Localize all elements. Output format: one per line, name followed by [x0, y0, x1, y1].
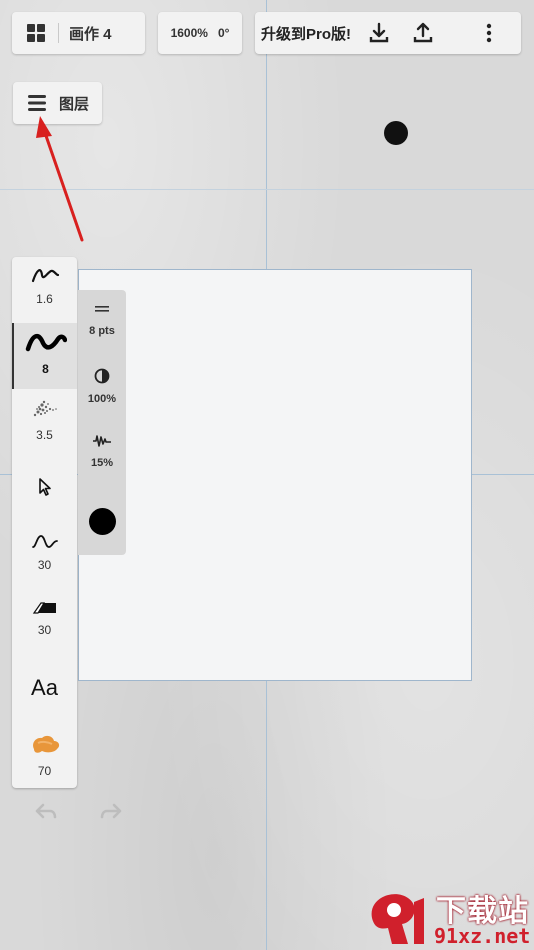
brush-cursor-dot: [384, 121, 408, 145]
selection-cursor-icon: [37, 477, 53, 502]
share-upload-icon[interactable]: [411, 21, 435, 45]
rotation-angle: 0°: [217, 26, 230, 40]
eraser-icon: [32, 600, 58, 621]
grid-gallery-icon[interactable]: [24, 21, 48, 45]
tool-sidebar: 1.6 8 3.5 30 30 Aa 70: [12, 257, 77, 788]
size-lines-icon: [94, 304, 110, 317]
brush-size-value: 8 pts: [89, 325, 115, 337]
download-icon[interactable]: [367, 21, 391, 45]
airbrush-tool[interactable]: 3.5: [12, 395, 77, 451]
watermark-url: 91xz.net: [434, 924, 531, 948]
layers-label: 图层: [59, 95, 90, 113]
pencil-stroke-icon: [29, 263, 61, 290]
site-watermark: 下载站 91xz.net: [364, 880, 534, 950]
undo-arrow-icon: [34, 803, 58, 826]
paint-smudge-icon: [28, 731, 62, 762]
opacity-value: 100%: [87, 393, 117, 405]
selection-tool[interactable]: [12, 477, 77, 503]
drawing-title[interactable]: 画作 4: [69, 23, 112, 44]
flow-control[interactable]: 15%: [78, 434, 126, 469]
brush-tool[interactable]: 8: [12, 323, 77, 389]
drawing-canvas[interactable]: [78, 269, 472, 681]
brush-size: 8: [42, 362, 49, 376]
curve-icon: [31, 533, 59, 556]
pencil-size: 1.6: [36, 292, 53, 306]
undo-button[interactable]: [33, 802, 59, 826]
brush-properties-panel: 8 pts 100% 15%: [78, 290, 126, 555]
divider: [58, 23, 59, 43]
color-picker-button[interactable]: [78, 508, 126, 535]
annotation-arrow: [36, 116, 84, 242]
smudge-strength: 70: [37, 764, 52, 778]
smudge-tool[interactable]: 70: [12, 731, 77, 785]
more-menu-icon[interactable]: [477, 21, 501, 45]
title-bar: 画作 4: [12, 12, 145, 54]
redo-arrow-icon: [99, 803, 123, 826]
opacity-icon: [94, 368, 110, 387]
current-color-swatch: [88, 508, 116, 535]
zoom-rotation-panel[interactable]: 1600% 0°: [158, 12, 242, 54]
zoom-level: 1600%: [170, 26, 208, 40]
redo-button[interactable]: [98, 802, 124, 826]
text-tool[interactable]: Aa: [12, 675, 77, 705]
airbrush-size: 3.5: [36, 428, 53, 442]
upgrade-pro-button[interactable]: 升级到Pro版!: [261, 23, 351, 44]
airbrush-icon: [27, 395, 63, 426]
action-bar: 升级到Pro版!: [255, 12, 521, 54]
flow-value: 15%: [90, 457, 114, 469]
opacity-control[interactable]: 100%: [78, 368, 126, 405]
brush-stroke-icon: [25, 329, 67, 360]
curve-tool[interactable]: 30: [12, 533, 77, 583]
brush-size-control[interactable]: 8 pts: [78, 304, 126, 337]
waveform-icon: [92, 434, 112, 451]
watermark-logo-icon: [371, 894, 424, 944]
pencil-tool[interactable]: 1.6: [12, 263, 77, 319]
curve-size: 30: [37, 558, 52, 572]
eraser-tool[interactable]: 30: [12, 600, 77, 650]
eraser-size: 30: [37, 623, 52, 637]
text-tool-icon: Aa: [31, 675, 58, 700]
